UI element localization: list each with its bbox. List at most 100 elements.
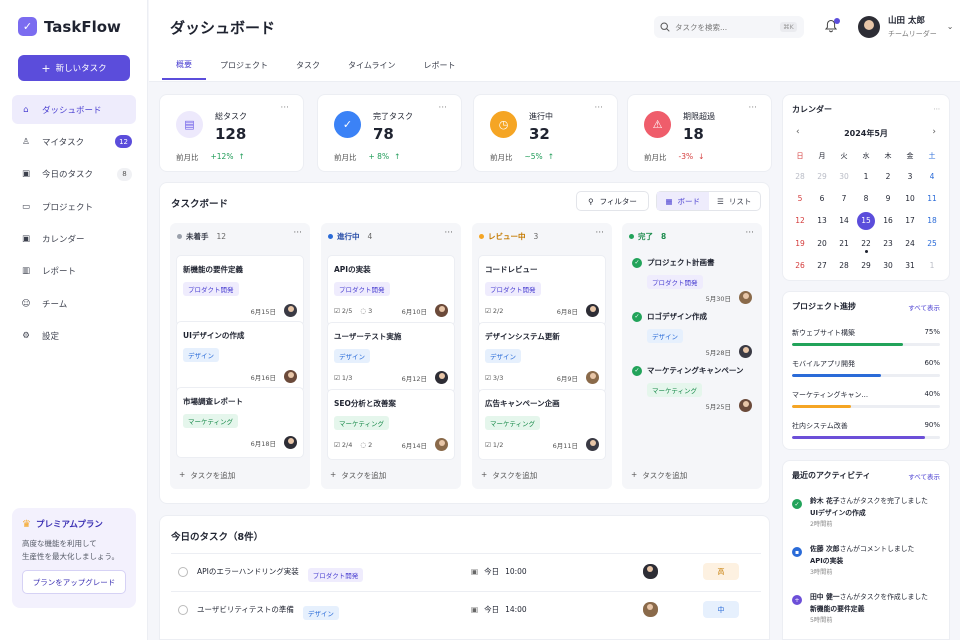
filter-button[interactable]: ⚲ フィルター: [576, 191, 649, 211]
progress-row: 社内システム改善 90%: [792, 421, 940, 431]
more-icon[interactable]: ···: [745, 228, 754, 238]
calendar-day[interactable]: 28: [789, 165, 811, 187]
notification-bell[interactable]: [824, 18, 840, 35]
progress-item[interactable]: マーケティングキャン... 40%: [792, 390, 940, 408]
more-icon[interactable]: ···: [595, 228, 604, 238]
calendar-day[interactable]: 14: [833, 210, 855, 232]
activity-view-all-link[interactable]: すべて表示: [908, 471, 940, 481]
tab-4[interactable]: レポート: [409, 50, 469, 80]
task-checkbox[interactable]: [178, 566, 188, 577]
sidebar-nav: ⌂ ダッシュボード ♙ マイタスク 12 ▣ 今日のタスク 8 ▭ プロジェクト ▣ カレンダー ▥ レポ…: [12, 95, 136, 354]
calendar-day[interactable]: 1: [921, 254, 943, 276]
task-checkbox[interactable]: [178, 604, 188, 615]
today-task-row[interactable]: APIのエラーハンドリング実装 プロダクト開発 ▣ 今日 10:00 高: [171, 553, 761, 589]
calendar-day[interactable]: 6: [811, 187, 833, 209]
calendar-day[interactable]: 13: [811, 210, 833, 232]
search-input[interactable]: [675, 22, 775, 32]
more-icon[interactable]: ···: [280, 103, 289, 113]
add-task-button[interactable]: + タスクを追加: [179, 470, 235, 481]
today-task-row[interactable]: ユーザビリティテストの準備 デザイン ▣ 今日 14:00 中: [171, 591, 761, 627]
calendar-day[interactable]: 19: [789, 232, 811, 254]
calendar-day[interactable]: 22: [855, 232, 877, 254]
calendar-day[interactable]: 25: [921, 232, 943, 254]
sidebar-item-4[interactable]: ▣ カレンダー: [12, 225, 136, 254]
user-menu[interactable]: 山田 太郎 チームリーダー ⌄: [858, 14, 954, 39]
tab-2[interactable]: タスク: [282, 50, 334, 80]
sidebar-item-5[interactable]: ▥ レポート: [12, 257, 136, 286]
more-icon[interactable]: ···: [748, 103, 757, 113]
progress-item[interactable]: 社内システム改善 90%: [792, 421, 940, 439]
add-task-button[interactable]: + タスクを追加: [631, 470, 687, 481]
calendar-day[interactable]: 2: [877, 165, 899, 187]
calendar-day[interactable]: 26: [789, 254, 811, 276]
add-task-button[interactable]: + タスクを追加: [330, 470, 386, 481]
today-task-tag: プロダクト開発: [307, 568, 364, 582]
calendar-menu-icon[interactable]: ⋯: [934, 105, 941, 113]
calendar-day[interactable]: 31: [899, 254, 921, 276]
sidebar-item-3[interactable]: ▭ プロジェクト: [12, 192, 136, 221]
activity-target[interactable]: APIの実装: [810, 555, 914, 567]
app-logo[interactable]: ✓ TaskFlow: [18, 17, 121, 36]
progress-view-all-link[interactable]: すべて表示: [908, 302, 940, 312]
calendar-day[interactable]: 7: [833, 187, 855, 209]
task-card[interactable]: 市場調査レポート マーケティング 6月18日: [176, 387, 304, 458]
sidebar-item-0[interactable]: ⌂ ダッシュボード: [12, 95, 136, 124]
activity-target[interactable]: 新機能の要件定義: [810, 603, 928, 615]
list-view-button[interactable]: ☰ リスト: [709, 192, 761, 210]
task-card[interactable]: ✓ マーケティングキャンペーン マーケティング 5月25日: [628, 357, 756, 420]
tab-3[interactable]: タイムライン: [334, 50, 409, 80]
more-icon[interactable]: ···: [438, 103, 447, 113]
progress-item[interactable]: モバイルアプリ開発 60%: [792, 359, 940, 377]
premium-title: プレミアムプラン: [35, 520, 103, 530]
calendar-day[interactable]: 5: [789, 187, 811, 209]
calendar-day[interactable]: 30: [877, 254, 899, 276]
new-task-button[interactable]: + 新しいタスク: [18, 55, 130, 81]
task-card[interactable]: UIデザインの作成 デザイン 6月16日: [176, 321, 304, 392]
sidebar-item-1[interactable]: ♙ マイタスク 12: [12, 127, 136, 156]
task-card[interactable]: APIの実装 プロダクト開発 ☑ 2/5 ◌ 3 6月10日: [327, 255, 455, 326]
more-icon[interactable]: ···: [594, 103, 603, 113]
more-icon[interactable]: ···: [444, 228, 453, 238]
tab-0[interactable]: 概要: [162, 50, 206, 80]
calendar-day[interactable]: 12: [789, 210, 811, 232]
task-card[interactable]: ユーザーテスト実施 デザイン ☑ 1/3 6月12日: [327, 322, 455, 393]
task-card[interactable]: デザインシステム更新 デザイン ☑ 3/3 6月9日: [478, 322, 606, 393]
calendar-day[interactable]: 21: [833, 232, 855, 254]
add-task-button[interactable]: + タスクを追加: [481, 470, 537, 481]
sidebar-item-7[interactable]: ⚙ 設定: [12, 322, 136, 351]
progress-item[interactable]: 新ウェブサイト構築 75%: [792, 328, 940, 346]
calendar-day[interactable]: 11: [921, 187, 943, 209]
calendar-day[interactable]: 20: [811, 232, 833, 254]
calendar-day[interactable]: 8: [855, 187, 877, 209]
check-icon: ✓: [632, 311, 642, 322]
calendar-day[interactable]: 1: [855, 165, 877, 187]
calendar-day[interactable]: 9: [877, 187, 899, 209]
calendar-day[interactable]: 24: [899, 232, 921, 254]
calendar-day[interactable]: 3: [899, 165, 921, 187]
board-view-button[interactable]: ▦ ボード: [657, 192, 709, 210]
sidebar-item-2[interactable]: ▣ 今日のタスク 8: [12, 160, 136, 189]
search-box[interactable]: ⌘K: [654, 16, 804, 38]
tab-1[interactable]: プロジェクト: [206, 50, 282, 80]
calendar-day[interactable]: 16: [877, 210, 899, 232]
more-icon[interactable]: ···: [293, 228, 302, 238]
calendar-day[interactable]: 17: [899, 210, 921, 232]
calendar-day[interactable]: 18: [921, 210, 943, 232]
activity-target[interactable]: UIデザインの作成: [810, 507, 928, 519]
calendar-day[interactable]: 10: [899, 187, 921, 209]
calendar-today[interactable]: 15: [855, 210, 877, 232]
upgrade-button[interactable]: プランをアップグレード: [22, 570, 126, 594]
task-card[interactable]: 新機能の要件定義 プロダクト開発 6月15日: [176, 255, 304, 326]
calendar-day[interactable]: 29: [811, 165, 833, 187]
task-card[interactable]: コードレビュー プロダクト開発 ☑ 2/2 6月8日: [478, 255, 606, 326]
calendar-day[interactable]: 27: [811, 254, 833, 276]
calendar-day[interactable]: 30: [833, 165, 855, 187]
calendar-day[interactable]: 28: [833, 254, 855, 276]
task-card[interactable]: SEO分析と改善案 マーケティング ☑ 2/4 ◌ 2 6月14日: [327, 389, 455, 460]
sidebar-item-6[interactable]: ☺ チーム: [12, 289, 136, 318]
calendar-day[interactable]: 23: [877, 232, 899, 254]
calendar-day[interactable]: 29: [855, 254, 877, 276]
task-card[interactable]: 広告キャンペーン企画 マーケティング ☑ 1/2 6月11日: [478, 389, 606, 460]
calendar-day[interactable]: 4: [921, 165, 943, 187]
next-month-icon[interactable]: ›: [932, 127, 936, 137]
